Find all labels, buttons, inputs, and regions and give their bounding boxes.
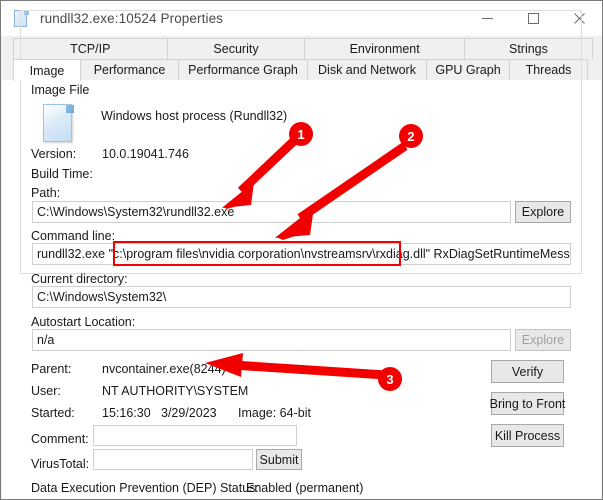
file-type-icon	[43, 104, 75, 144]
started-time: 15:16:30	[102, 406, 151, 420]
user-label: User:	[31, 384, 61, 398]
autostart-explore-button: Explore	[515, 329, 571, 351]
user-value: NT AUTHORITY\SYSTEM	[102, 384, 248, 398]
dep-status-label: Data Execution Prevention (DEP) Status:	[31, 481, 259, 495]
command-line-label: Command line:	[31, 229, 115, 243]
image-file-legend: Image File	[28, 83, 92, 97]
path-input[interactable]: C:\Windows\System32\rundll32.exe	[32, 201, 511, 223]
build-time-label: Build Time:	[31, 167, 93, 181]
process-properties-window: rundll32.exe:10524 Properties TCP/IP Sec…	[0, 0, 603, 500]
comment-label: Comment:	[31, 432, 89, 446]
image-description: Windows host process (Rundll32)	[101, 109, 287, 123]
comment-input[interactable]	[93, 425, 297, 446]
version-value: 10.0.19041.746	[102, 147, 189, 161]
parent-value[interactable]: nvcontainer.exe(8244)	[102, 362, 226, 376]
started-date: 3/29/2023	[161, 406, 217, 420]
image-bitness: Image: 64-bit	[238, 406, 311, 420]
current-directory-input[interactable]: C:\Windows\System32\	[32, 286, 571, 308]
autostart-location-input[interactable]: n/a	[32, 329, 511, 351]
verify-button[interactable]: Verify	[491, 360, 564, 383]
virustotal-submit-button[interactable]: Submit	[256, 449, 302, 470]
started-label: Started:	[31, 406, 75, 420]
path-label: Path:	[31, 186, 60, 200]
virustotal-label: VirusTotal:	[31, 457, 89, 471]
bring-to-front-button[interactable]: Bring to Front	[491, 392, 564, 415]
path-explore-button[interactable]: Explore	[515, 201, 571, 223]
version-label: Version:	[31, 147, 76, 161]
autostart-location-label: Autostart Location:	[31, 315, 135, 329]
tab-image[interactable]: Image	[13, 59, 81, 81]
virustotal-input[interactable]	[93, 449, 253, 470]
parent-label: Parent:	[31, 362, 71, 376]
kill-process-button[interactable]: Kill Process	[491, 424, 564, 447]
tab-label: Image	[30, 64, 65, 78]
command-line-input[interactable]: rundll32.exe "c:\program files\nvidia co…	[32, 243, 571, 265]
current-directory-label: Current directory:	[31, 272, 128, 286]
dep-status-value: Enabled (permanent)	[246, 481, 363, 495]
